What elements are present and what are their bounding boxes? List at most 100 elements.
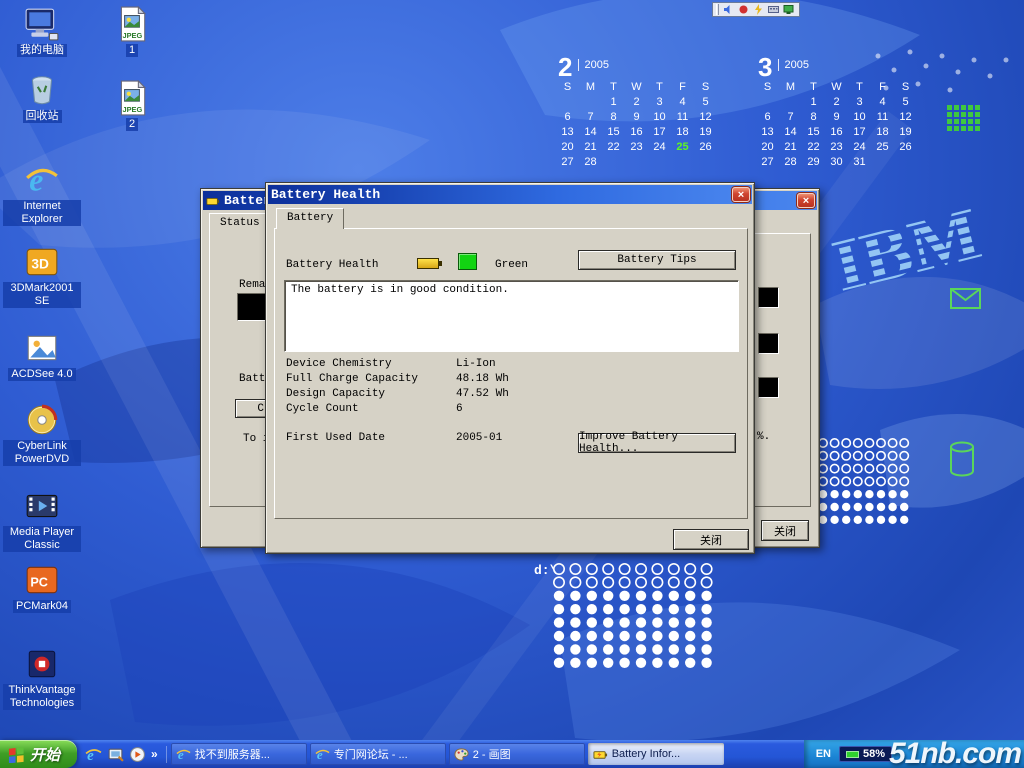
- calendar-day: 6: [556, 111, 579, 124]
- calendar-day: 15: [802, 126, 825, 139]
- desktop-icon-acdsee[interactable]: ACDSee 4.0: [2, 330, 82, 381]
- calendar-day: 5: [694, 96, 717, 109]
- svg-text:PC: PC: [30, 575, 48, 589]
- calendar-weekday: S: [694, 81, 717, 94]
- task-button[interactable]: e找不到服务器...: [171, 743, 307, 765]
- calendar-weekday: S: [756, 81, 779, 94]
- svg-text:JPEG: JPEG: [122, 31, 142, 40]
- task-button[interactable]: Battery Infor...: [588, 743, 724, 765]
- calendar-day: 11: [871, 111, 894, 124]
- my-computer-icon: [24, 6, 60, 42]
- health-status-text: Green: [495, 259, 528, 271]
- calendar-day: 11: [671, 111, 694, 124]
- calendar-day: [756, 96, 779, 109]
- calendar-day: 26: [894, 141, 917, 154]
- calendar-day: 20: [556, 141, 579, 154]
- calendar-weekday: S: [556, 81, 579, 94]
- calendar-day: 12: [694, 111, 717, 124]
- task-label: 专门网论坛 - ...: [334, 746, 408, 762]
- thinkvantage-icon: [24, 646, 60, 682]
- close-button[interactable]: 关闭: [673, 529, 749, 550]
- condition-textbox[interactable]: The battery is in good condition.: [284, 280, 739, 352]
- keyboard-icon[interactable]: [768, 4, 779, 15]
- desktop-icon-jpeg-file-2[interactable]: JPEG2: [92, 80, 172, 131]
- tab-status[interactable]: Status: [209, 213, 271, 234]
- calendar-day: 5: [894, 96, 917, 109]
- calendar-day: 18: [671, 126, 694, 139]
- field-value: 2005-01: [456, 432, 502, 444]
- calendar-day: 22: [602, 141, 625, 154]
- ie-quicklaunch-icon[interactable]: e: [85, 746, 102, 763]
- toolbar-grip[interactable]: [716, 4, 719, 15]
- percent-label: %.: [757, 431, 770, 443]
- desktop-icon-recycle-bin[interactable]: 回收站: [2, 72, 82, 123]
- task-button[interactable]: 2 - 画图: [449, 743, 585, 765]
- grid-icon: [946, 104, 982, 139]
- language-indicator[interactable]: EN: [816, 748, 831, 760]
- desktop-icon-3dmark2001-se[interactable]: 3D3DMark2001 SE: [2, 244, 82, 308]
- calendar-day: [694, 156, 717, 169]
- calendar-weekday: W: [825, 81, 848, 94]
- field-label: Device Chemistry: [286, 358, 456, 370]
- calendar-day: 17: [848, 126, 871, 139]
- calendar-day: 24: [648, 141, 671, 154]
- close-icon[interactable]: ×: [797, 193, 815, 208]
- svg-text:e: e: [29, 163, 43, 198]
- health-status-swatch: [458, 253, 477, 270]
- calendar-day: 7: [779, 111, 802, 124]
- calendar-day: 26: [694, 141, 717, 154]
- calendar-day: [779, 96, 802, 109]
- calendar-day: 31: [848, 156, 871, 169]
- desktop-icon-label: PCMark04: [13, 600, 71, 613]
- status-color-box-2: [758, 333, 779, 354]
- start-button[interactable]: 开始: [0, 740, 77, 768]
- windows-flag-icon: [8, 746, 25, 763]
- task-button[interactable]: e 专门网论坛 - ...: [310, 743, 446, 765]
- desktop-icon-cyberlink-powerdvd[interactable]: CyberLink PowerDVD: [2, 402, 82, 466]
- wallpaper-calendar-3-2005: 32005SMTWTFS1234567891011121314151617181…: [756, 56, 917, 169]
- calendar-weekday: T: [602, 81, 625, 94]
- calendar-month: 2: [558, 56, 572, 78]
- svg-text:e: e: [317, 747, 323, 762]
- field-label: Design Capacity: [286, 388, 456, 400]
- calendar-day: 13: [756, 126, 779, 139]
- power-icon[interactable]: [753, 4, 764, 15]
- battery-gauge-box: [237, 293, 267, 321]
- desktop-icon-pcmark04[interactable]: PC PCMark04: [2, 562, 82, 613]
- calendar-day: 8: [602, 111, 625, 124]
- improve-battery-health-button[interactable]: Improve Battery Health...: [578, 433, 736, 453]
- battery-tips-button[interactable]: Battery Tips: [578, 250, 736, 270]
- media-player-icon[interactable]: [129, 746, 146, 763]
- quicklaunch-overflow-chevron[interactable]: »: [151, 747, 158, 761]
- display-icon[interactable]: [783, 4, 794, 15]
- calendar-day: [894, 156, 917, 169]
- desktop-icon-internet-explorer[interactable]: eInternet Explorer: [2, 162, 82, 226]
- calendar-day: 3: [648, 96, 671, 109]
- desktop-icon-label: ACDSee 4.0: [8, 368, 75, 381]
- battery-tray-indicator[interactable]: 58%: [839, 746, 892, 762]
- calendar-weekday: T: [848, 81, 871, 94]
- calendar-day: 23: [825, 141, 848, 154]
- desktop-icon-media-player-classic[interactable]: Media Player Classic: [2, 488, 82, 552]
- calendar-day: 3: [848, 96, 871, 109]
- volume-icon[interactable]: [723, 4, 734, 15]
- battery-health-titlebar[interactable]: Battery Health ×: [268, 185, 752, 204]
- tray-toolbar: [712, 2, 800, 17]
- desktop-icon-my-computer[interactable]: 我的电脑: [2, 6, 82, 57]
- tab-battery[interactable]: Battery: [276, 208, 344, 229]
- close-icon[interactable]: ×: [732, 187, 750, 202]
- calendar-day: 9: [825, 111, 848, 124]
- mute-icon[interactable]: [738, 4, 749, 15]
- desktop-icon-thinkvantage[interactable]: ThinkVantage Technologies: [2, 646, 82, 710]
- calendar-weekday: W: [625, 81, 648, 94]
- desktop-icon-jpeg-file-1[interactable]: JPEG1: [92, 6, 172, 57]
- close-button[interactable]: 关闭: [761, 520, 809, 541]
- show-desktop-icon[interactable]: [107, 746, 124, 763]
- calendar-day: 2: [825, 96, 848, 109]
- jpeg-file-2-icon: JPEG: [114, 80, 150, 116]
- task-label: 2 - 画图: [473, 746, 511, 762]
- calendar-day: 16: [825, 126, 848, 139]
- drive-label: d:\: [534, 563, 557, 578]
- status-color-box-3: [758, 377, 779, 398]
- field-row: Device ChemistryLi-Ion: [286, 356, 716, 371]
